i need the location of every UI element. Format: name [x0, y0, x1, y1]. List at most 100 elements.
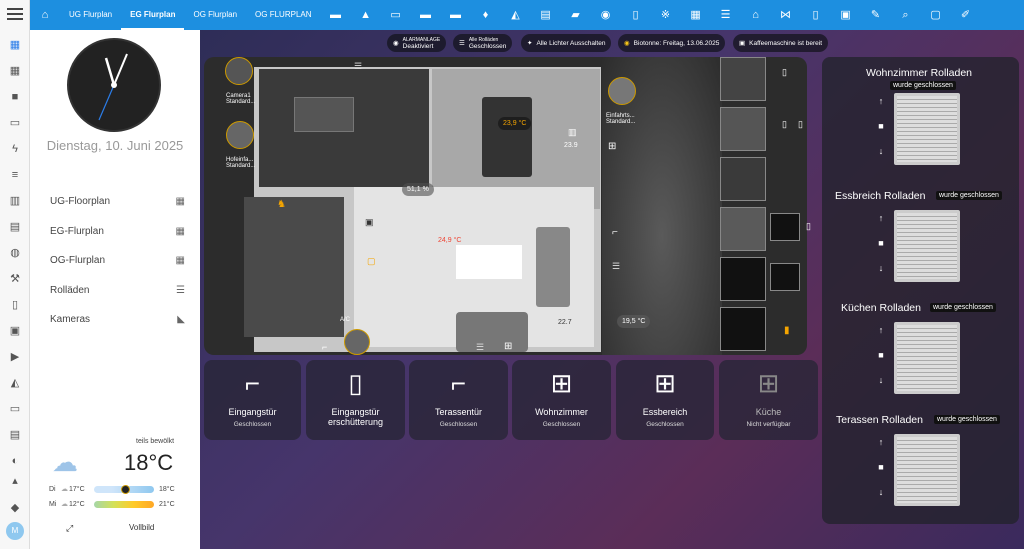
shutter-icon[interactable]: ☰ — [476, 342, 484, 353]
door-icon[interactable]: ⌐ — [612, 227, 618, 238]
camera-thumb[interactable] — [225, 57, 253, 85]
nav-item-og-flurplan[interactable]: OG-Flurplan ▦ — [50, 246, 185, 276]
nav-item-rollaeden[interactable]: Rolläden ☰ — [50, 276, 185, 306]
bell-icon[interactable]: ◆ — [8, 501, 22, 515]
tile-kueche[interactable]: ⊞ Küche Nicht verfügbar — [719, 360, 818, 440]
stop-button[interactable]: ■ — [876, 455, 886, 480]
globe-icon[interactable]: ◍ — [8, 246, 22, 260]
shutter-graphic[interactable] — [894, 434, 960, 506]
stop-button[interactable]: ■ — [876, 231, 886, 256]
nav-item-ug-floorplan[interactable]: UG-Floorplan ▦ — [50, 187, 185, 217]
terminal-icon[interactable]: ▣ — [8, 324, 22, 338]
weather-card[interactable]: ☁ teils bewölkt 18°C Di ☁ 17°C 18°C Mi ☁… — [44, 435, 194, 525]
dashboard-icon[interactable]: ▦ — [8, 38, 22, 52]
down-arrow-button[interactable]: ↓ — [876, 139, 886, 164]
sprinkler-icon[interactable]: ※ — [651, 0, 681, 30]
playstation-icon[interactable]: ◭ — [8, 376, 22, 390]
monitor-icon[interactable]: ▭ — [8, 116, 22, 130]
tab-og-flurplan[interactable]: OG Flurplan — [184, 0, 246, 30]
shutter-icon[interactable]: ☰ — [354, 61, 362, 72]
mower-icon[interactable]: ▰ — [561, 0, 591, 30]
lamp-icon[interactable]: ♦ — [471, 0, 501, 30]
radiator-icon[interactable]: ▥ — [568, 127, 577, 138]
grid-icon[interactable]: ▦ — [681, 0, 711, 30]
up-arrow-button[interactable]: ↑ — [876, 206, 886, 231]
living-temperature[interactable]: 24,9 °C — [438, 237, 461, 244]
media-icon[interactable]: ▶ — [8, 350, 22, 364]
history-icon[interactable]: ▥ — [8, 194, 22, 208]
home2-icon[interactable]: ⌂ — [741, 0, 771, 30]
sofa-side[interactable] — [536, 227, 570, 307]
house-icon[interactable]: ▲ — [351, 0, 381, 30]
phone-icon[interactable]: ▯ — [782, 119, 787, 130]
tablet-screen[interactable] — [770, 263, 800, 291]
camera-thumb[interactable] — [226, 121, 254, 149]
trash-icon[interactable]: ▯ — [801, 0, 831, 30]
outdoor-temperature[interactable]: 19,5 °C — [617, 315, 651, 328]
dashboard2-icon[interactable]: ▦ — [8, 64, 22, 78]
shutter-icon[interactable]: ☰ — [711, 0, 741, 30]
tile-eingangstuer-erschuetterung[interactable]: ▯ Eingangstür erschütterung — [306, 360, 405, 440]
tab-ug-flurplan[interactable]: UG Flurplan — [60, 0, 121, 30]
compass-icon[interactable]: ◐ — [8, 454, 22, 468]
lamp-icon[interactable]: ▢ — [367, 256, 376, 267]
motion-icon[interactable]: ♞ — [277, 199, 286, 210]
window-icon[interactable]: ⊞ — [504, 341, 512, 352]
stop-button[interactable]: ■ — [876, 114, 886, 139]
gamepad-icon[interactable]: ◭ — [501, 0, 531, 30]
account-icon[interactable]: ■ — [8, 90, 22, 104]
camera-feed[interactable] — [720, 157, 766, 201]
tablet-screen[interactable] — [770, 213, 800, 241]
phone-icon[interactable]: ▯ — [782, 67, 787, 78]
nav-item-eg-flurplan[interactable]: EG-Flurplan ▦ — [50, 217, 185, 247]
tile-eingangstuer[interactable]: ⌐ Eingangstür Geschlossen — [204, 360, 301, 440]
garage-icon[interactable]: ▣ — [831, 0, 861, 30]
calendar-icon[interactable]: ▤ — [8, 220, 22, 234]
camera-thumb[interactable] — [608, 77, 636, 105]
desk-icon[interactable]: ▤ — [531, 0, 561, 30]
up-arrow-button[interactable]: ↑ — [876, 318, 886, 343]
search-icon[interactable]: ⌕ — [891, 0, 921, 30]
bath-icon[interactable]: ▭ — [381, 0, 411, 30]
avatar[interactable]: M — [6, 522, 24, 540]
menu-icon[interactable] — [7, 8, 23, 20]
fridge-icon[interactable]: ▯ — [621, 0, 651, 30]
list-icon[interactable]: ≡ — [8, 168, 22, 182]
tab-og-flurplan-caps[interactable]: OG FLURPLAN — [246, 0, 320, 30]
door-icon[interactable]: ⌐ — [322, 342, 327, 352]
up-arrow-button[interactable]: ↑ — [876, 89, 886, 114]
chat-icon[interactable]: ▢ — [921, 0, 951, 30]
camera-feed[interactable] — [720, 307, 766, 351]
speaker-icon[interactable]: ▣ — [365, 217, 374, 228]
shutter-icon[interactable]: ☰ — [612, 261, 620, 272]
shutter-graphic[interactable] — [894, 93, 960, 165]
camera-feed[interactable] — [720, 207, 766, 251]
coffee-chip[interactable]: ▣ Kaffeemaschine ist bereit — [733, 34, 829, 52]
fullscreen-label[interactable]: Vollbild — [129, 523, 154, 532]
dining-temperature[interactable]: 23,9 °C — [498, 117, 532, 130]
alarm-status-chip[interactable]: ◉ ALARMANLAGE Deaktiviert — [387, 34, 447, 52]
wrench-icon[interactable]: ⚒ — [8, 272, 22, 286]
sofa2-icon[interactable]: ▬ — [411, 0, 441, 30]
tab-eg-flurplan[interactable]: EG Flurplan — [121, 0, 185, 30]
dining-temp-sensor[interactable]: 23.9 — [564, 142, 578, 149]
phone-charging-icon[interactable]: ▮ — [784, 325, 790, 336]
up-arrow-button[interactable]: ↑ — [876, 430, 886, 455]
dining-table[interactable] — [482, 97, 532, 177]
camera-thumb[interactable] — [344, 329, 370, 355]
window-icon[interactable]: ⊞ — [608, 141, 616, 152]
clipboard-icon[interactable]: ▤ — [8, 428, 22, 442]
camera-feed[interactable] — [720, 107, 766, 151]
humidity-value[interactable]: 51,1 % — [402, 183, 434, 196]
shutter-graphic[interactable] — [894, 322, 960, 394]
camera-feed[interactable] — [720, 57, 766, 101]
shutters-status-chip[interactable]: ☰ Alle Rolläden Geschlossen — [453, 34, 513, 52]
home-icon[interactable]: ⌂ — [30, 0, 60, 30]
more-icon[interactable]: ▴ — [8, 474, 22, 488]
down-arrow-button[interactable]: ↓ — [876, 480, 886, 505]
phone-icon[interactable]: ▯ — [798, 119, 803, 130]
stop-button[interactable]: ■ — [876, 343, 886, 368]
energy-icon[interactable]: ϟ — [8, 142, 22, 156]
nav-item-kameras[interactable]: Kameras ◣ — [50, 305, 185, 335]
bed-icon[interactable]: ▬ — [441, 0, 471, 30]
